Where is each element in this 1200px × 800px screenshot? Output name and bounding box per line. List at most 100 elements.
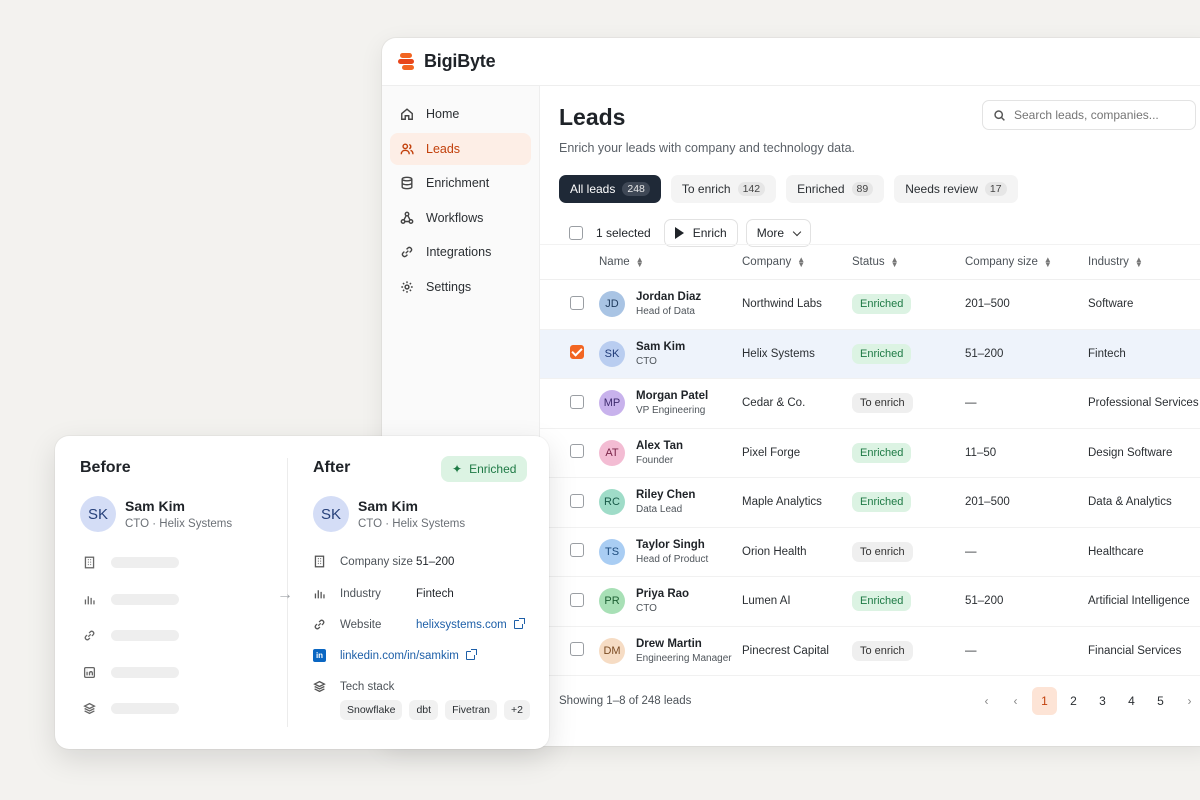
- placeholder-company-size: [83, 556, 179, 569]
- prev-page-button[interactable]: ‹: [1003, 687, 1028, 715]
- enrich-label: Enrich: [692, 226, 727, 240]
- status-badge: Enriched: [852, 343, 912, 364]
- tab-label: Needs review: [905, 182, 978, 196]
- lead-name[interactable]: Jordan Diaz: [636, 291, 701, 303]
- row-checkbox[interactable]: [570, 642, 584, 657]
- lead-name[interactable]: Sam Kim: [636, 341, 685, 353]
- brand-name: BigiByte: [424, 51, 496, 71]
- sidebar-item-integrations[interactable]: Integrations: [390, 236, 531, 268]
- company-cell: Pinecrest Capital: [742, 644, 829, 657]
- before-title: Before: [80, 459, 131, 476]
- pagination: ‹ ‹ 1 2 3 4 5 ›: [974, 687, 1200, 715]
- row-checkbox[interactable]: [570, 543, 584, 558]
- row-checkbox[interactable]: [570, 493, 584, 508]
- company-size-cell: 11–50: [965, 446, 997, 459]
- avatar: SK: [313, 496, 349, 532]
- column-name[interactable]: Name ▲ ▼: [599, 255, 742, 269]
- lead-name[interactable]: Riley Chen: [636, 489, 695, 501]
- row-checkbox[interactable]: [570, 394, 584, 409]
- select-all-checkbox[interactable]: [569, 226, 583, 240]
- status-badge: To enrich: [852, 640, 913, 661]
- row-checkbox[interactable]: [570, 592, 584, 607]
- avatar: PR: [599, 588, 625, 615]
- sidebar-item-workflows[interactable]: Workflows: [390, 202, 531, 234]
- lead-name[interactable]: Alex Tan: [636, 440, 683, 452]
- page-2-button[interactable]: 2: [1061, 687, 1086, 715]
- first-page-button[interactable]: ‹: [974, 687, 999, 715]
- company-size-cell: —: [965, 545, 977, 558]
- status-badge: Enriched: [852, 492, 912, 513]
- workflow-icon: [400, 211, 414, 224]
- tech-chip-more[interactable]: +2: [504, 700, 530, 720]
- lead-name[interactable]: Morgan Patel: [636, 390, 708, 402]
- lead-name[interactable]: Priya Rao: [636, 588, 689, 600]
- sidebar-item-settings[interactable]: Settings: [390, 271, 531, 303]
- linkedin-icon: in: [313, 649, 326, 662]
- table-row[interactable]: TS Taylor Singh Head of Product Orion Healt…: [540, 528, 1200, 577]
- row-checkbox[interactable]: [570, 444, 584, 459]
- table-row[interactable]: DM Drew Martin Engineering Manager Pinecres…: [540, 627, 1200, 676]
- table-row[interactable]: MP Morgan Patel VP Engineering Cedar & Co. T…: [540, 379, 1200, 429]
- tab-label: To enrich: [681, 182, 731, 196]
- row-checkbox[interactable]: [570, 295, 584, 310]
- layers-icon: [313, 680, 326, 693]
- company-size-cell: —: [965, 644, 977, 657]
- table-row[interactable]: PR Priya Rao CTO Lumen AI Enriched 51–200 Arti…: [540, 577, 1200, 627]
- row-checkbox[interactable]: [570, 345, 584, 360]
- column-company-size[interactable]: Company size ▲ ▼: [965, 256, 1088, 269]
- sidebar-item-leads[interactable]: Leads: [390, 132, 531, 165]
- external-link-icon[interactable]: [513, 618, 525, 629]
- page-4-button[interactable]: 4: [1119, 687, 1144, 715]
- attr-label: Tech stack: [340, 680, 395, 693]
- sort-icon: ▲ ▼: [635, 255, 644, 269]
- linkedin-icon: [83, 666, 96, 679]
- status-badge: Enriched: [852, 294, 912, 315]
- table-row[interactable]: JD Jordan Diaz Head of Data Northwind Labs E…: [540, 280, 1200, 330]
- building-icon: [84, 556, 95, 569]
- table-row[interactable]: AT Alex Tan Founder Pixel Forge Enriched 11–5…: [540, 429, 1200, 478]
- external-link-icon[interactable]: [465, 649, 477, 660]
- lead-name[interactable]: Drew Martin: [636, 638, 732, 650]
- lead-role: Head of Data: [636, 306, 695, 318]
- sidebar-item-enrichment[interactable]: Enrichment: [390, 167, 531, 199]
- tech-chip: Snowflake: [340, 700, 403, 720]
- company-cell: Orion Health: [742, 545, 807, 558]
- company-cell: Helix Systems: [742, 347, 815, 360]
- attr-label: Website: [340, 618, 382, 631]
- lead-role: CTO: [636, 355, 657, 367]
- tab-all-leads[interactable]: All leads 248: [559, 175, 661, 203]
- column-status[interactable]: Status ▲ ▼: [852, 256, 965, 269]
- avatar: SK: [599, 340, 625, 367]
- selected-count: 1 selected: [596, 226, 651, 240]
- tab-needs-review[interactable]: Needs review 17: [894, 175, 1018, 203]
- company-size-cell: —: [965, 397, 977, 410]
- placeholder-linkedin: [83, 666, 179, 679]
- page-1-button[interactable]: 1: [1032, 687, 1057, 715]
- page-5-button[interactable]: 5: [1148, 687, 1173, 715]
- industry-cell: Fintech: [1088, 347, 1126, 360]
- industry-cell: Design Software: [1088, 446, 1173, 459]
- search-box[interactable]: [982, 100, 1196, 130]
- placeholder-industry: [83, 593, 179, 606]
- table-row[interactable]: SK Sam Kim CTO Helix Systems Enriched 51–200 F…: [540, 329, 1200, 379]
- gear-icon: [401, 281, 413, 293]
- tab-label: All leads: [570, 182, 616, 196]
- page-3-button[interactable]: 3: [1090, 687, 1115, 715]
- website-link[interactable]: helixsystems.com: [416, 619, 507, 631]
- company-cell: Lumen AI: [742, 595, 791, 608]
- search-icon: [994, 109, 1005, 121]
- leads-table: Name ▲ ▼ Company ▲ ▼ Status ▲ ▼ Company size ▲ ▼…: [540, 244, 1200, 676]
- lead-name[interactable]: Taylor Singh: [636, 539, 708, 551]
- next-page-button[interactable]: ›: [1177, 687, 1200, 715]
- table-row[interactable]: RC Riley Chen Data Lead Maple Analytics Enri…: [540, 478, 1200, 528]
- column-industry[interactable]: Industry ▲ ▼: [1088, 256, 1200, 269]
- tab-to-enrich[interactable]: To enrich 142: [670, 175, 777, 203]
- tab-enriched[interactable]: Enriched 89: [786, 175, 885, 203]
- search-input[interactable]: [1014, 108, 1174, 122]
- linkedin-link[interactable]: linkedin.com/in/samkim: [340, 650, 459, 662]
- sidebar-item-home[interactable]: Home: [390, 98, 531, 130]
- after-column: After ✦ Enriched SK Sam Kim CTO · Helix S…: [313, 436, 543, 749]
- enrich-button[interactable]: Enrich: [663, 219, 738, 247]
- column-company[interactable]: Company ▲ ▼: [742, 256, 852, 269]
- more-button[interactable]: More: [745, 219, 812, 247]
